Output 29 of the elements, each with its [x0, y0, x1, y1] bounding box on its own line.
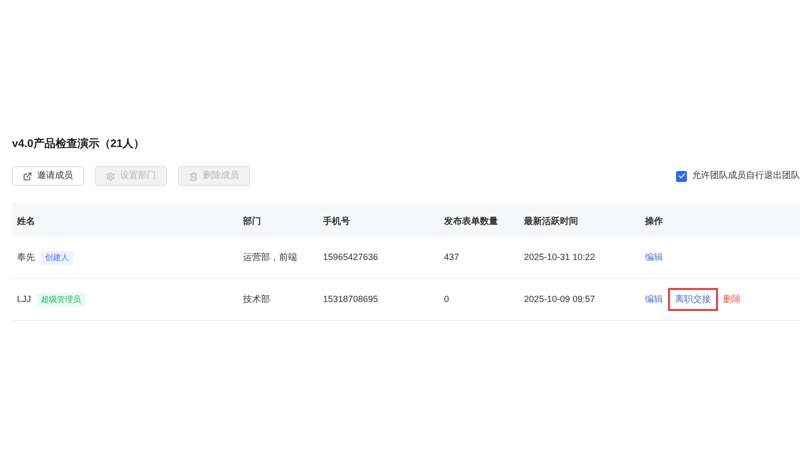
table-cell-text: 奉先	[17, 250, 35, 264]
table-cell: 437	[444, 252, 460, 262]
column-header: 操作	[645, 216, 663, 226]
column-header: 姓名	[17, 216, 35, 226]
role-tag: 创建人	[41, 250, 73, 264]
action-link[interactable]: 删除	[723, 292, 741, 306]
table-cell-text: LJJ	[17, 292, 32, 306]
gear-icon	[106, 172, 115, 180]
checkbox[interactable]	[676, 170, 687, 182]
share-icon	[23, 172, 32, 180]
column-header: 手机号	[323, 216, 350, 226]
table-cell: 2025-10-31 10:22	[524, 252, 596, 262]
table-cell: 2025-10-09 09:57	[524, 294, 596, 304]
table-cell: 0	[444, 294, 450, 304]
table-cell: 15965427636	[323, 252, 378, 262]
role-tag: 超级管理员	[37, 292, 86, 306]
column-header: 部门	[243, 216, 261, 226]
table-cell: 技术部	[243, 294, 270, 304]
invite-button[interactable]: 邀请成员	[12, 166, 84, 186]
column-header: 最新活跃时间	[524, 216, 578, 226]
action-link[interactable]: 离职交接	[668, 288, 718, 312]
action-link[interactable]: 编辑	[645, 250, 663, 264]
checkbox-label: 允许团队成员自行退出团队	[692, 169, 800, 182]
table-cell: 运营部，前端	[243, 252, 297, 262]
column-header: 发布表单数量	[444, 216, 498, 226]
team-title: v4.0产品检查演示（21人）	[12, 137, 146, 151]
action-link[interactable]: 编辑	[645, 292, 663, 306]
table-cell: 15318708695	[323, 294, 378, 304]
trash-icon	[189, 172, 198, 180]
